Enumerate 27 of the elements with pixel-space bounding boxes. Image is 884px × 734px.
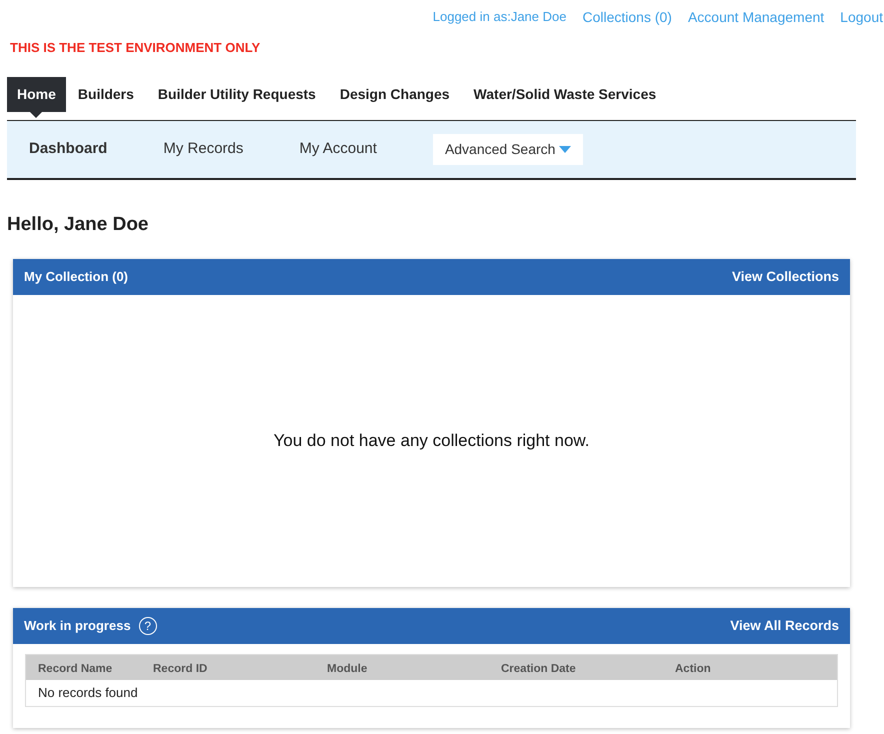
- nav-tab[interactable]: Builders: [66, 77, 146, 112]
- column-header[interactable]: Record ID: [153, 662, 208, 675]
- empty-message: You do not have any collections right now.: [274, 430, 590, 452]
- environment-notice: THIS IS THE TEST ENVIRONMENT ONLY: [9, 39, 262, 57]
- help-icon[interactable]: ?: [138, 617, 157, 635]
- column-header[interactable]: Action: [675, 662, 711, 675]
- header-link[interactable]: Logout: [840, 7, 883, 32]
- sub-nav-link[interactable]: My Account: [299, 138, 377, 161]
- column-header[interactable]: Creation Date: [501, 662, 576, 675]
- header-link[interactable]: Logged in as:Jane Doe: [432, 7, 566, 32]
- column-header[interactable]: Record Name: [38, 662, 112, 675]
- panel-title: Work in progress: [24, 617, 131, 636]
- sub-nav-link[interactable]: My Records: [163, 138, 244, 161]
- header-link[interactable]: Collections (0): [582, 7, 672, 32]
- nav-tab[interactable]: Water/Solid Waste Services: [462, 77, 668, 112]
- nav-tab[interactable]: Builder Utility Requests: [146, 77, 328, 112]
- panel-link[interactable]: View All Records: [730, 616, 839, 636]
- advanced-search-dropdown[interactable]: Advanced Search: [432, 134, 584, 165]
- caret-icon: [559, 146, 572, 153]
- greeting: Hello, Jane Doe: [7, 213, 150, 237]
- sub-nav-link[interactable]: Dashboard: [29, 138, 108, 161]
- empty-message: No records found: [38, 684, 138, 702]
- panel-link[interactable]: View Collections: [732, 266, 839, 288]
- panel-title: My Collection (0): [24, 268, 128, 286]
- nav-tab[interactable]: Design Changes: [328, 77, 462, 112]
- column-header[interactable]: Module: [327, 662, 368, 675]
- header-link[interactable]: Account Management: [688, 7, 824, 32]
